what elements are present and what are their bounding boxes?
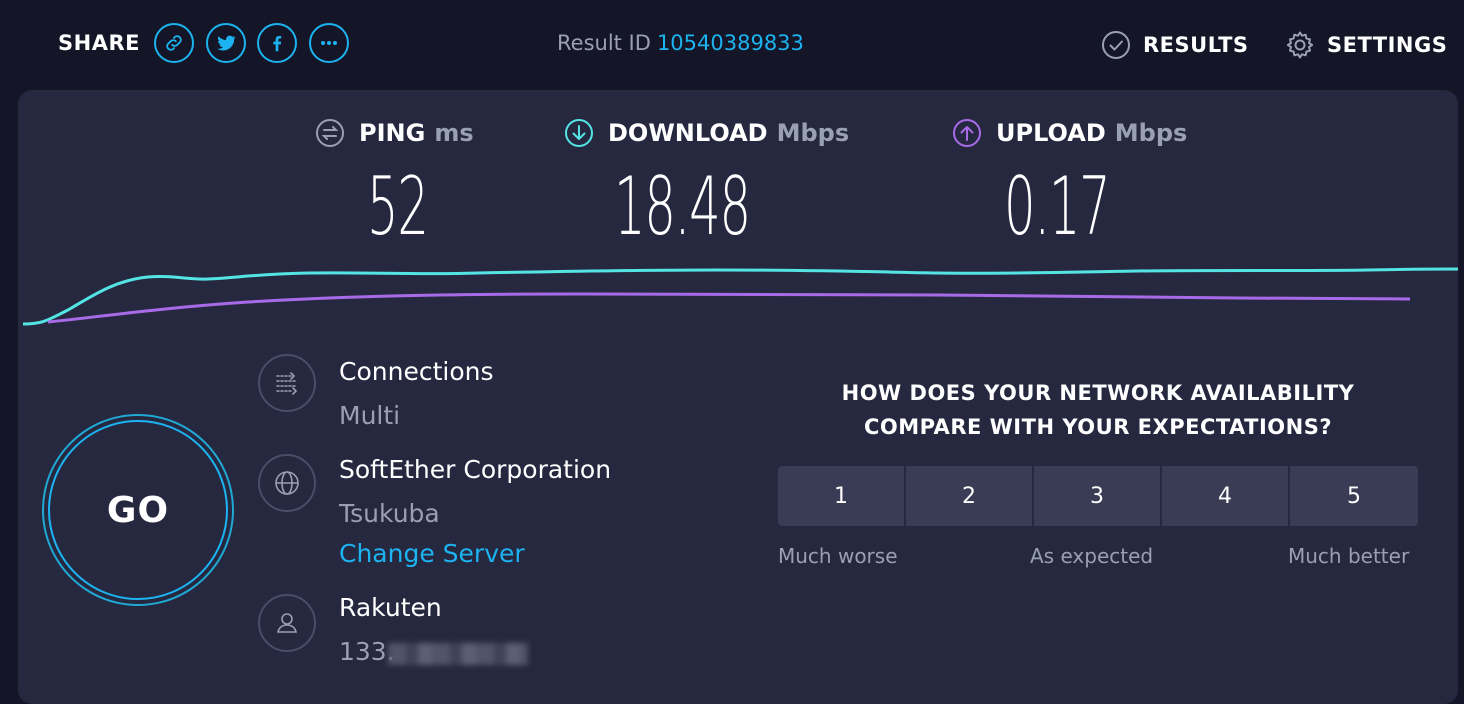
upload-unit: Mbps	[1114, 119, 1188, 147]
go-button[interactable]: GO	[48, 420, 228, 600]
redacted-ip	[388, 643, 528, 665]
survey-question: HOW DOES YOUR NETWORK AVAILABILITY COMPA…	[778, 376, 1418, 444]
rating-button-2[interactable]: 2	[906, 466, 1032, 526]
scale-high-label: Much better	[1288, 544, 1410, 568]
upload-metric: UPLOAD Mbps 0.17	[952, 118, 1187, 253]
download-header: DOWNLOAD Mbps	[564, 118, 849, 148]
result-id-label: Result ID	[557, 31, 651, 55]
upload-value: 0.17	[1004, 160, 1111, 253]
link-icon	[166, 35, 182, 51]
result-id: Result ID 10540389833	[557, 31, 804, 55]
share-label: SHARE	[58, 31, 140, 55]
survey-question-line2: COMPARE WITH YOUR EXPECTATIONS?	[863, 415, 1333, 439]
share-link-button[interactable]	[154, 23, 194, 63]
upload-label: UPLOAD	[996, 119, 1106, 147]
results-nav[interactable]: RESULTS	[1101, 30, 1249, 60]
connections-icon	[276, 372, 298, 395]
connections-value: Multi	[339, 401, 401, 430]
scale-mid-label: As expected	[1030, 544, 1154, 568]
server-location: Tsukuba	[339, 499, 440, 528]
download-metric: DOWNLOAD Mbps 18.48	[564, 118, 849, 253]
facebook-icon	[273, 35, 282, 52]
top-bar: SHARE Result ID 10540389833 RESULTS SETT…	[0, 0, 1464, 90]
download-value: 18.48	[614, 160, 751, 253]
result-id-link[interactable]: 10540389833	[657, 31, 804, 55]
isp-name: Rakuten	[339, 593, 442, 622]
settings-label: SETTINGS	[1327, 33, 1448, 57]
upload-arrow-icon	[953, 119, 981, 147]
twitter-icon	[217, 35, 237, 51]
results-panel: PING ms 52 DOWNLOAD Mbps 18.48 UPLOAD Mb…	[18, 90, 1458, 704]
connections-title: Connections	[339, 357, 494, 386]
rating-button-1[interactable]: 1	[778, 466, 904, 526]
user-icon-wrap	[258, 594, 316, 652]
check-circle-icon	[1102, 31, 1130, 59]
more-icon	[321, 40, 337, 46]
speed-graph	[22, 267, 1458, 326]
ping-unit: ms	[434, 119, 474, 147]
results-label: RESULTS	[1143, 33, 1249, 57]
rating-button-5[interactable]: 5	[1290, 466, 1418, 526]
download-speed-line	[22, 267, 1458, 326]
download-unit: Mbps	[776, 119, 850, 147]
rating-scale: 1 2 3 4 5	[778, 466, 1418, 526]
ip-address: 133.	[339, 637, 395, 666]
ping-value: 52	[367, 160, 429, 253]
settings-nav[interactable]: SETTINGS	[1285, 30, 1447, 60]
share-facebook-button[interactable]	[257, 23, 297, 63]
ping-header: PING ms	[315, 118, 474, 148]
ping-metric: PING ms 52	[315, 118, 474, 253]
globe-icon	[275, 471, 299, 495]
share-twitter-button[interactable]	[206, 23, 246, 63]
rating-button-3[interactable]: 3	[1034, 466, 1160, 526]
share-more-button[interactable]	[309, 23, 349, 63]
globe-icon-wrap	[258, 454, 316, 512]
download-label: DOWNLOAD	[608, 119, 768, 147]
ping-label: PING	[359, 119, 426, 147]
rating-button-4[interactable]: 4	[1162, 466, 1288, 526]
change-server-link[interactable]: Change Server	[339, 539, 525, 568]
scale-low-label: Much worse	[778, 544, 898, 568]
upload-speed-line	[47, 292, 1411, 324]
server-name: SoftEther Corporation	[339, 455, 612, 484]
upload-header: UPLOAD Mbps	[952, 118, 1187, 148]
user-icon	[277, 613, 297, 633]
connections-icon-wrap	[258, 354, 316, 412]
download-arrow-icon	[565, 119, 593, 147]
ping-icon	[316, 119, 344, 147]
survey-question-line1: HOW DOES YOUR NETWORK AVAILABILITY	[841, 381, 1355, 405]
gear-icon	[1286, 31, 1314, 59]
